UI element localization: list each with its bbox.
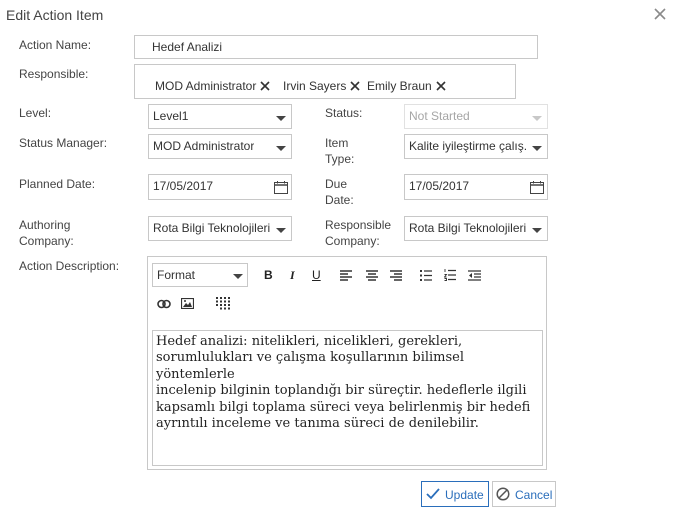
- level-select[interactable]: Level1: [148, 104, 292, 129]
- update-button[interactable]: Update: [421, 481, 489, 507]
- responsible-company-select[interactable]: Rota Bilgi Teknolojileri: [404, 216, 548, 241]
- description-line: sorumlulukları ve çalışma koşullarının b…: [156, 350, 465, 382]
- person-name: Emily Braun: [367, 79, 432, 93]
- authoring-company-label-line1: Authoring: [19, 218, 71, 232]
- description-text: Hedef analizi: nitelikleri, nicelikleri,…: [156, 334, 542, 432]
- chevron-down-icon: [276, 146, 286, 151]
- authoring-company-value: Rota Bilgi Teknolojileri: [153, 221, 271, 235]
- status-manager-value: MOD Administrator: [153, 139, 255, 153]
- align-right-icon[interactable]: [390, 270, 402, 281]
- update-label: Update: [445, 488, 484, 502]
- authoring-company-label: Authoring Company:: [19, 217, 74, 249]
- item-type-label-line1: Item: [325, 136, 349, 150]
- chevron-down-icon: [276, 228, 286, 233]
- responsible-company-label-line2: Company:: [325, 234, 380, 248]
- outdent-icon[interactable]: [468, 270, 481, 281]
- status-manager-select[interactable]: MOD Administrator: [148, 134, 292, 159]
- format-select[interactable]: Format: [152, 263, 248, 287]
- close-icon[interactable]: [652, 6, 668, 22]
- person-chip: MOD Administrator: [155, 77, 271, 95]
- remove-person-icon[interactable]: [259, 80, 271, 92]
- planned-date-value: 17/05/2017: [153, 179, 214, 193]
- remove-person-icon[interactable]: [435, 80, 447, 92]
- dialog-title: Edit Action Item: [6, 7, 104, 23]
- planned-date-input[interactable]: 17/05/2017: [148, 174, 292, 200]
- status-select[interactable]: Not Started: [404, 104, 548, 129]
- due-date-input[interactable]: 17/05/2017: [404, 174, 548, 200]
- description-line: ayrıntılı inceleme ve tanıma süreci de d…: [156, 416, 479, 432]
- authoring-company-select[interactable]: Rota Bilgi Teknolojileri: [148, 216, 292, 241]
- chevron-down-icon: [532, 116, 542, 121]
- image-icon[interactable]: [181, 298, 194, 309]
- level-label: Level:: [19, 106, 52, 120]
- description-line: kapsamlı bilgi toplama süreci veya belir…: [156, 399, 531, 415]
- item-type-select[interactable]: Kalite iyileştirme çalış...: [404, 134, 548, 159]
- calendar-icon[interactable]: [530, 181, 544, 194]
- status-label: Status:: [325, 106, 363, 120]
- due-date-label: Due Date:: [325, 176, 354, 208]
- link-icon[interactable]: [157, 299, 171, 309]
- responsible-company-label: Responsible Company:: [325, 217, 391, 249]
- numbered-list-icon[interactable]: [444, 269, 456, 281]
- item-type-value: Kalite iyileştirme çalış...: [409, 139, 527, 153]
- align-center-icon[interactable]: [366, 270, 378, 281]
- action-description-label: Action Description:: [19, 259, 120, 273]
- status-value: Not Started: [409, 109, 470, 123]
- align-left-icon[interactable]: [340, 270, 352, 281]
- authoring-company-label-line2: Company:: [19, 234, 74, 248]
- description-line: Hedef analizi: nitelikleri, nicelikleri,…: [156, 334, 463, 349]
- due-date-label-line2: Date:: [325, 193, 354, 207]
- due-date-label-line1: Due: [325, 177, 348, 191]
- person-chip: Irvin Sayers: [283, 77, 361, 95]
- chevron-down-icon: [233, 274, 243, 279]
- due-date-value: 17/05/2017: [409, 179, 470, 193]
- responsible-company-value: Rota Bilgi Teknolojileri: [409, 221, 527, 235]
- responsible-people-picker[interactable]: MOD Administrator Irvin Sayers Emily Bra…: [134, 64, 516, 99]
- cancel-button[interactable]: Cancel: [492, 481, 556, 507]
- cancel-icon: [496, 487, 510, 501]
- italic-button[interactable]: I: [290, 268, 295, 283]
- action-name-label: Action Name:: [19, 38, 92, 52]
- status-manager-label: Status Manager:: [19, 136, 108, 150]
- remove-person-icon[interactable]: [349, 80, 361, 92]
- responsible-label: Responsible:: [19, 67, 89, 81]
- person-name: MOD Administrator: [155, 79, 257, 93]
- chevron-down-icon: [276, 116, 286, 121]
- level-value: Level1: [153, 109, 189, 123]
- planned-date-label: Planned Date:: [19, 177, 96, 191]
- chevron-down-icon: [532, 228, 542, 233]
- underline-button[interactable]: U: [312, 268, 321, 282]
- format-value: Format: [157, 268, 196, 282]
- cancel-label: Cancel: [515, 488, 553, 502]
- table-icon[interactable]: [216, 297, 230, 310]
- item-type-label: Item Type:: [325, 135, 354, 167]
- action-name-input[interactable]: Hedef Analizi: [134, 35, 538, 59]
- person-chip: Emily Braun: [367, 77, 447, 95]
- checkmark-icon: [426, 488, 440, 500]
- person-name: Irvin Sayers: [283, 79, 347, 93]
- bullet-list-icon[interactable]: [420, 270, 432, 281]
- action-name-value: Hedef Analizi: [152, 40, 223, 54]
- description-line: incelenip bilginin toplandığı bir süreçt…: [156, 383, 527, 399]
- calendar-icon[interactable]: [274, 181, 288, 194]
- responsible-company-label-line1: Responsible: [325, 218, 392, 232]
- chevron-down-icon: [532, 146, 542, 151]
- bold-button[interactable]: B: [264, 268, 273, 282]
- item-type-label-line2: Type:: [325, 152, 355, 166]
